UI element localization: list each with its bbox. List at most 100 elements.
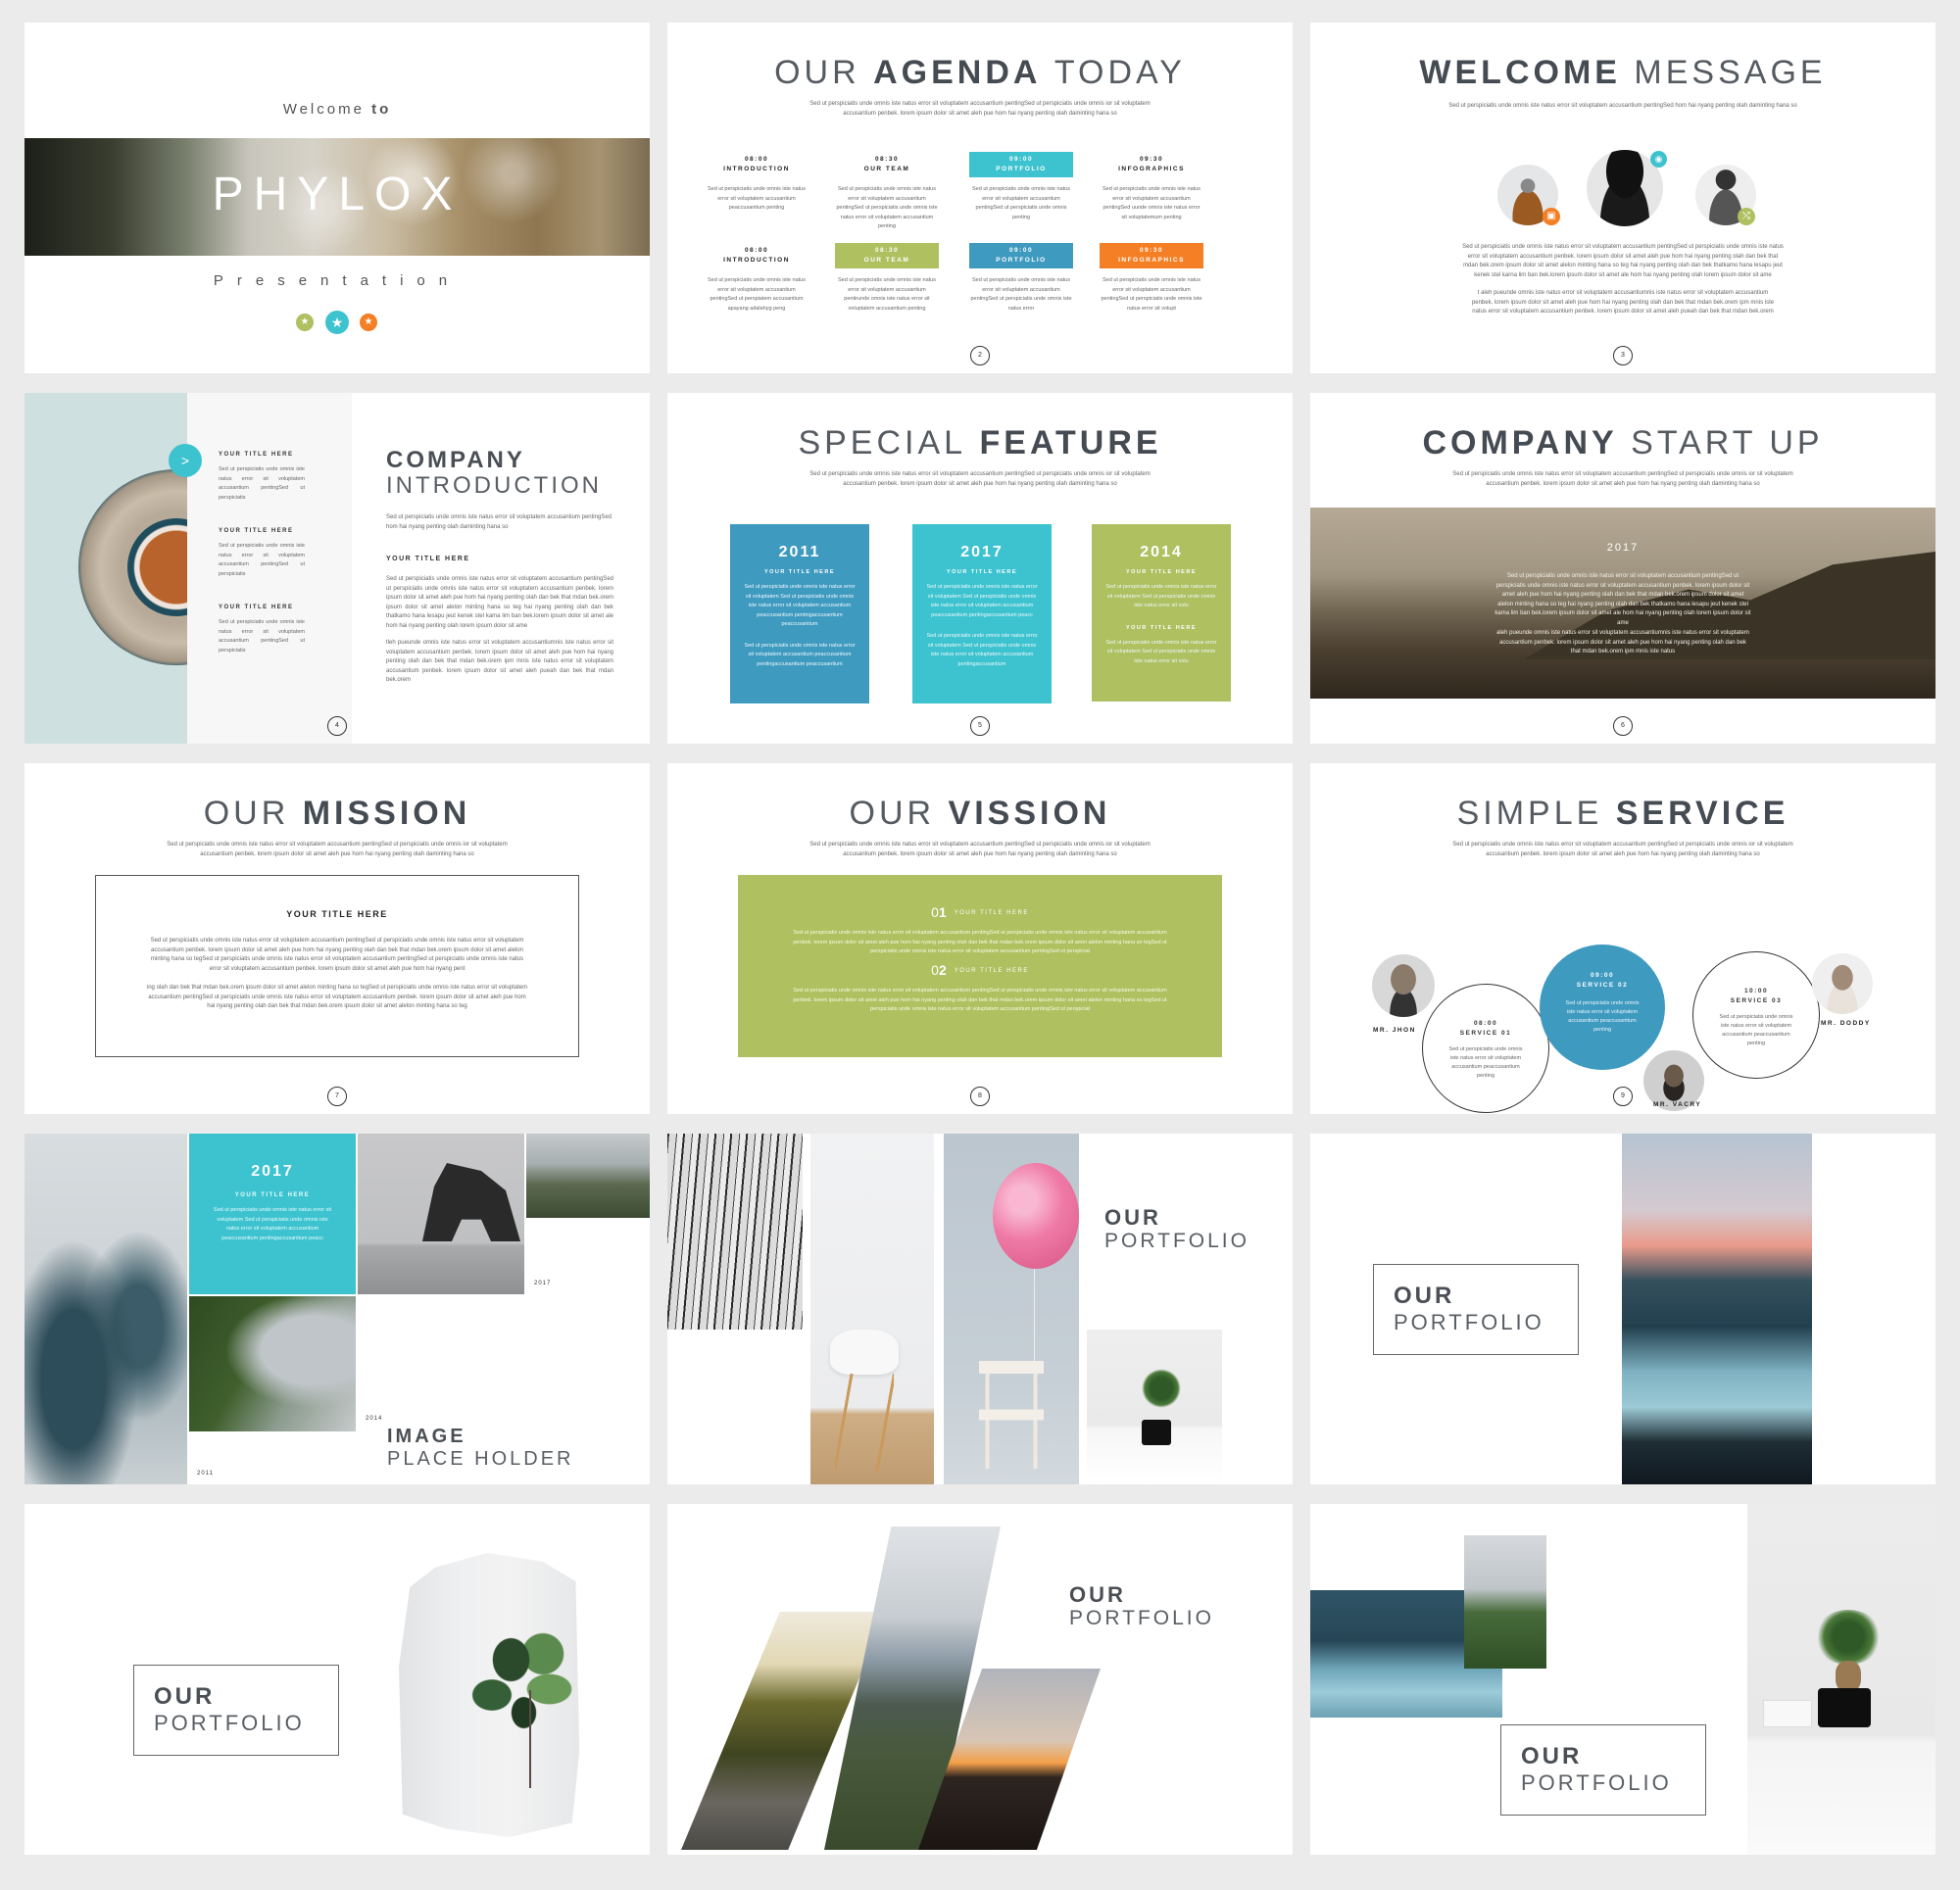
card-year: 2017 (251, 1163, 294, 1180)
agenda-text: Sed ut perspiciatis unde omnis iste natu… (1102, 186, 1200, 220)
agenda-item: 08:00 INTRODUCTION Sed ut perspiciatis und… (705, 243, 808, 314)
page-number: 3 (1613, 346, 1633, 365)
feature-card: 2011 YOUR TITLE HERE Sed ut perspiciatis u… (730, 524, 869, 703)
page-number: 8 (970, 1087, 990, 1106)
avatar (1372, 954, 1435, 1017)
slide-15-portfolio[interactable]: OUR PORTFOLIO (1310, 1504, 1936, 1855)
body-paragraph: t aleh pueunde omnis iste natus error si… (1471, 290, 1775, 315)
slide-title: OUR PORTFOLIO (1104, 1205, 1250, 1252)
service-circle-highlight: 09:00 SERVICE 02 Sed ut perspiciatis und… (1540, 945, 1665, 1070)
star-icon: ★ (325, 311, 349, 334)
side-item: YOUR TITLE HERE Sed ut perspiciatis unde … (219, 452, 305, 503)
sea-arch-image (358, 1134, 524, 1294)
slide-6-startup[interactable]: COMPANY START UP Sed ut perspiciatis und… (1310, 393, 1936, 744)
agenda-text: Sed ut perspiciatis unde omnis iste natu… (970, 277, 1072, 312)
bonsai-table-image (1747, 1504, 1936, 1855)
agenda-item: 08:30 OUR TEAM Sed ut perspiciatis unde om… (835, 152, 939, 232)
vision-panel: 01 YOUR TITLE HERE Sed ut perspiciatis und… (738, 875, 1222, 1057)
agenda-text: Sed ut perspiciatis unde omnis iste natu… (708, 277, 806, 312)
chevron-right-icon[interactable]: > (169, 444, 202, 477)
camera-icon[interactable]: ◉ (1650, 151, 1667, 168)
hill-rocks-image (526, 1134, 650, 1218)
agenda-header: 09:30 INFOGRAPHICS (1100, 243, 1203, 268)
card-text: Sed ut perspiciatis unde omnis iste natu… (926, 633, 1038, 667)
fig-plant (454, 1624, 581, 1742)
service-time: 10:00 (1743, 988, 1769, 994)
feature-card: 2014 YOUR TITLE HERE Sed ut perspiciatis u… (1092, 524, 1231, 702)
side-item-title: YOUR TITLE HERE (219, 528, 294, 534)
slide-subtitle: Sed ut perspiciatis unde omnis iste natu… (167, 842, 508, 857)
rock-arch (422, 1163, 520, 1241)
vision-heading: 01 YOUR TITLE HERE (738, 904, 1222, 921)
person-name: MR. JHON (1373, 1027, 1416, 1034)
side-item-title: YOUR TITLE HERE (219, 605, 294, 610)
agenda-time: 08:00 (744, 247, 769, 254)
slide-subtitle: Sed ut perspiciatis unde omnis iste natu… (809, 101, 1151, 117)
cloudy-forest-image (1464, 1535, 1546, 1669)
page-number: 5 (970, 716, 990, 736)
chair (979, 1361, 1044, 1469)
avatar (1812, 953, 1873, 1014)
agenda-text: Sed ut perspiciatis unde omnis iste natu… (972, 186, 1070, 220)
agenda-label: INFOGRAPHICS (1118, 166, 1185, 172)
slide-3-welcome[interactable]: WELCOME MESSAGE Sed ut perspiciatis unde… (1310, 23, 1936, 373)
year-label: 2017 (1606, 542, 1640, 554)
agenda-text: Sed ut perspiciatis unde omnis iste natu… (836, 186, 938, 229)
agenda-time: 08:00 (744, 156, 769, 163)
year-label: 2014 (366, 1416, 383, 1422)
body-paragraph: Sed ut perspiciatis unde omnis iste natu… (1462, 244, 1784, 278)
slide-9-service[interactable]: SIMPLE SERVICE Sed ut perspiciatis unde … (1310, 763, 1936, 1114)
slide-11-portfolio[interactable]: OUR PORTFOLIO (667, 1134, 1293, 1484)
bonsai-desk-image (1087, 1330, 1222, 1484)
slide-2-agenda[interactable]: OUR AGENDA TODAY Sed ut perspiciatis und… (667, 23, 1293, 373)
card-title: YOUR TITLE HERE (234, 1192, 311, 1198)
brand-name: PHYLOX (212, 169, 463, 220)
landscape-image: 2017 Sed ut perspiciatis unde omnis iste… (1310, 508, 1936, 699)
shuffle-icon[interactable]: ⤭ (1738, 208, 1755, 225)
agenda-item: 09:30 INFOGRAPHICS Sed ut perspiciatis und… (1100, 243, 1203, 314)
slide-7-mission[interactable]: OUR MISSION Sed ut perspiciatis unde omn… (24, 763, 650, 1114)
slide-4-company-intro[interactable]: > YOUR TITLE HERE Sed ut perspiciatis und… (24, 393, 650, 744)
slide-8-vision[interactable]: OUR VISSION Sed ut perspiciatis unde omn… (667, 763, 1293, 1114)
body-paragraph: aleh pueunde omnis iste natus error sit … (1496, 630, 1749, 654)
vision-title: YOUR TITLE HERE (954, 968, 1029, 975)
agenda-label: PORTFOLIO (996, 166, 1047, 172)
slide-14-portfolio[interactable]: OUR PORTFOLIO (667, 1504, 1293, 1855)
intro-text: Sed ut perspiciatis unde omnis iste natu… (386, 514, 612, 530)
slide-1-title[interactable]: Welcome to PHYLOX Presentation ★ ★ ★ (24, 23, 650, 373)
gift-icon[interactable]: ▣ (1543, 208, 1560, 225)
slide-title: OUR AGENDA TODAY (774, 54, 1186, 91)
box-title: YOUR TITLE HERE (286, 909, 388, 919)
vision-text: Sed ut perspiciatis unde omnis iste natu… (793, 930, 1167, 955)
slide-title: OUR MISSION (203, 795, 471, 832)
coastal-sunset-image (1622, 1134, 1812, 1484)
card-text: Sed ut perspiciatis unde omnis iste natu… (744, 584, 856, 627)
agenda-time: 09:00 (1008, 247, 1034, 254)
slide-title: WELCOME MESSAGE (1419, 54, 1827, 91)
clouds-mountain-image (24, 1134, 187, 1484)
card-text: Sed ut perspiciatis unde omnis iste natu… (744, 642, 856, 667)
agenda-time: 09:30 (1139, 247, 1164, 254)
agenda-header: 09:00 PORTFOLIO (969, 243, 1073, 268)
page-number: 9 (1613, 1087, 1633, 1106)
teal-info-card: 2017 YOUR TITLE HERE Sed ut perspiciatis… (189, 1134, 356, 1294)
feature-card: 2017 YOUR TITLE HERE Sed ut perspiciatis u… (912, 524, 1052, 703)
slide-title: IMAGE PLACE HOLDER (387, 1426, 574, 1470)
agenda-header: 08:30 OUR TEAM (835, 152, 939, 177)
person-name: MR. DODDY (1821, 1020, 1871, 1027)
slide-13-portfolio[interactable]: OUR PORTFOLIO (24, 1504, 650, 1855)
year-label: 2011 (197, 1471, 214, 1477)
agenda-text: Sed ut perspiciatis unde omnis iste natu… (708, 186, 806, 211)
vision-text: Sed ut perspiciatis unde omnis iste natu… (793, 988, 1167, 1013)
service-label: SERVICE 01 (1459, 1030, 1512, 1037)
slide-subtitle: Sed ut perspiciatis unde omnis iste natu… (809, 471, 1151, 487)
agenda-time: 08:30 (874, 247, 900, 254)
chair-legs (835, 1374, 894, 1472)
agenda-label: PORTFOLIO (996, 257, 1047, 264)
slide-10-image-placeholder[interactable]: 2017 YOUR TITLE HERE Sed ut perspiciatis… (24, 1134, 650, 1484)
slide-12-portfolio[interactable]: OUR PORTFOLIO (1310, 1134, 1936, 1484)
agenda-label: INTRODUCTION (723, 166, 790, 172)
slide-5-special-feature[interactable]: SPECIAL FEATURE Sed ut perspiciatis unde… (667, 393, 1293, 744)
body-paragraph: Sed ut perspiciatis unde omnis iste natu… (386, 576, 613, 629)
card-text: Sed ut perspiciatis unde omnis iste natu… (213, 1207, 332, 1241)
